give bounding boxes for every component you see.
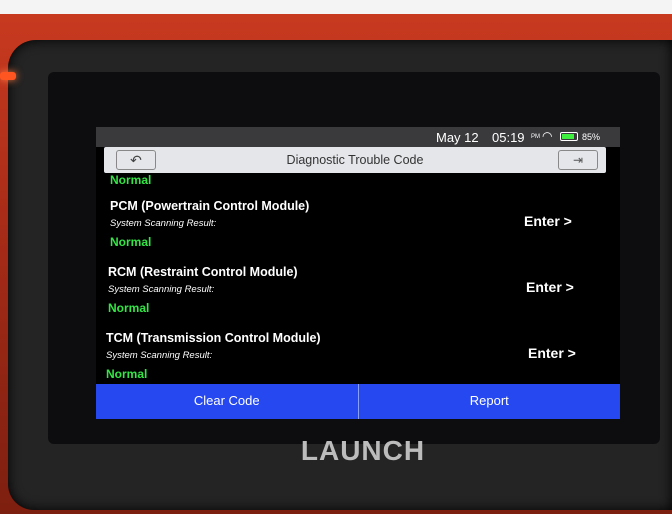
title-bar: Diagnostic Trouble Code ↶ ⇥	[104, 147, 606, 173]
list-item: PCM (Powertrain Control Module) System S…	[96, 199, 620, 263]
back-arrow-icon: ↶	[130, 152, 142, 168]
enter-button[interactable]: Enter >	[526, 279, 574, 295]
module-list: Normal PCM (Powertrain Control Module) S…	[96, 173, 620, 383]
wifi-icon: ◠	[542, 129, 553, 143]
status-bar: May 12 05:19 PM ◠ 85%	[96, 127, 620, 147]
module-name: RCM (Restraint Control Module)	[108, 265, 298, 279]
module-name: PCM (Powertrain Control Module)	[110, 199, 310, 213]
battery-percent: 85%	[582, 132, 601, 142]
brand-logo: LAUNCH	[300, 435, 426, 466]
status-time: 05:19	[492, 130, 525, 145]
exit-button[interactable]: ⇥	[558, 150, 598, 170]
battery-icon	[560, 132, 578, 141]
scan-result-label: System Scanning Result:	[110, 218, 217, 229]
page-title: Diagnostic Trouble Code	[286, 153, 424, 167]
status-ampm: PM	[531, 134, 540, 140]
enter-button[interactable]: Enter >	[524, 213, 572, 229]
scan-status: Normal	[110, 235, 152, 249]
background-wall	[0, 0, 672, 14]
scan-result-label: System Scanning Result:	[108, 284, 215, 295]
partial-status-text: Normal	[110, 173, 152, 187]
exit-icon: ⇥	[572, 153, 584, 167]
clear-code-button[interactable]: Clear Code	[96, 384, 359, 419]
enter-button[interactable]: Enter >	[528, 345, 576, 361]
list-item: RCM (Restraint Control Module) System Sc…	[96, 265, 620, 329]
report-button[interactable]: Report	[359, 384, 621, 419]
power-led	[0, 72, 16, 80]
scan-status: Normal	[108, 301, 150, 315]
back-button[interactable]: ↶	[116, 150, 156, 170]
app-screen: May 12 05:19 PM ◠ 85% Diagnostic Trouble…	[96, 127, 620, 419]
scan-status: Normal	[106, 367, 148, 381]
status-date: May 12	[436, 130, 479, 145]
action-bar: Clear Code Report	[96, 384, 620, 419]
module-name: TCM (Transmission Control Module)	[106, 331, 321, 345]
scan-result-label: System Scanning Result:	[106, 350, 213, 361]
